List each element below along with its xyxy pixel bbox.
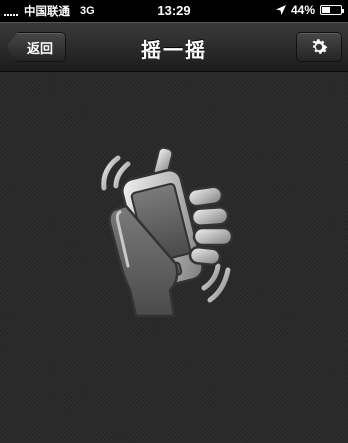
shake-hand-phone-icon — [101, 146, 234, 318]
battery-level — [322, 7, 330, 13]
navigation-bar: 返回 摇一摇 — [0, 22, 348, 72]
gear-icon — [312, 39, 328, 54]
settings-button[interactable] — [296, 32, 342, 62]
shake-area[interactable] — [0, 72, 348, 443]
status-bar: 中国联通 3G 13:29 44% — [0, 0, 348, 22]
battery-percent: 44% — [290, 3, 315, 17]
battery-icon — [320, 5, 344, 15]
status-right: 44% — [275, 3, 344, 17]
location-arrow-icon — [275, 5, 286, 15]
